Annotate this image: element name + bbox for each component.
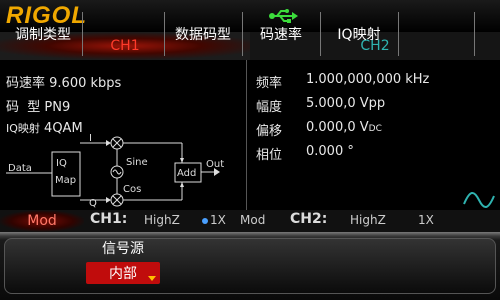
panel-divider <box>246 60 247 210</box>
modulation-type-button[interactable]: 调制类型 <box>4 6 82 62</box>
diagram-cos-label: Cos <box>123 184 141 195</box>
softkey-menu <box>0 232 500 300</box>
diagram-map-label: Map <box>55 175 76 186</box>
pattern-row: 码 型 PN9 <box>6 96 70 115</box>
mode-badge: Mod <box>0 210 84 232</box>
data-pattern-button[interactable]: 数据码型 <box>164 6 242 62</box>
offset-label: 偏移 <box>256 124 283 139</box>
ch1-ratio: 1X <box>202 213 226 227</box>
ch2-status-label: CH2: <box>290 211 328 227</box>
frequency-value[interactable]: 1.000,000,000 kHz <box>306 72 429 87</box>
status-bar: Mod CH1: HighZ 1X Mod CH2: HighZ 1X <box>0 210 500 232</box>
frequency-label: 频率 <box>256 76 283 91</box>
iq-modulation-diagram: Data IQ Map I Q Sine Cos Add Out <box>6 133 224 209</box>
modulation-wave-icon <box>463 192 495 208</box>
diagram-data-label: Data <box>8 163 32 174</box>
diagram-out-label: Out <box>206 159 224 170</box>
diagram-iq-label: IQ <box>56 158 67 169</box>
ch1-mode: Mod <box>240 213 266 227</box>
ch2-impedance: HighZ <box>350 213 386 227</box>
diagram-add-label: Add <box>177 168 196 179</box>
code-rate-value: 9.600 kbps <box>49 76 122 91</box>
phase-label: 相位 <box>256 148 283 163</box>
amplitude-value[interactable]: 5.000,0 Vpp <box>306 96 385 111</box>
iq-map-button[interactable]: IQ映射 <box>320 6 398 62</box>
menu-separator <box>474 12 475 56</box>
dropdown-arrow-icon <box>148 276 156 281</box>
empty-softkey[interactable] <box>398 6 474 62</box>
diagram-i-label: I <box>89 133 92 144</box>
pattern-value: PN9 <box>44 100 71 115</box>
offset-unit-sub: DC <box>368 124 382 134</box>
offset-number: 0.000,0 V <box>306 120 369 135</box>
ch2-ratio: 1X <box>418 213 434 227</box>
code-rate-row: 码速率 9.600 kbps <box>6 72 121 91</box>
softkey-panel <box>4 238 496 294</box>
signal-source-label: 信号源 <box>102 241 144 257</box>
diagram-q-label: Q <box>89 198 97 209</box>
amplitude-label: 幅度 <box>256 100 283 115</box>
code-rate-label: 码速率 <box>6 76 46 91</box>
menu-separator <box>82 12 83 56</box>
pattern-label: 码 型 <box>6 100 41 115</box>
ch1-status-label: CH1: <box>90 211 128 227</box>
phase-value[interactable]: 0.000 ° <box>306 144 354 159</box>
ch1-indicator-dot <box>202 217 208 224</box>
offset-value[interactable]: 0.000,0 VDC <box>306 120 382 135</box>
diagram-sine-label: Sine <box>126 157 148 168</box>
ch1-impedance: HighZ <box>144 213 180 227</box>
code-rate-button[interactable]: 码速率 <box>242 6 320 62</box>
